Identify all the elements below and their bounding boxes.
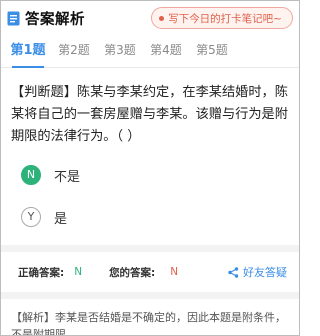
checkin-note-banner[interactable]: 写下今日的打卡笔记吧~ <box>151 7 293 29</box>
tab-question-4[interactable]: 第4题 <box>143 41 189 67</box>
option-yes[interactable]: Y 是 <box>1 196 299 238</box>
analysis-text: 【解析】李某是否结婚是不确定的，因此本题是附条件，不是附期限。 <box>11 311 286 336</box>
question-tabs: 第1题 第2题 第3题 第4题 第5题 <box>1 35 299 68</box>
header: 答案解析 写下今日的打卡笔记吧~ <box>1 1 299 35</box>
page-title: 答案解析 <box>25 11 85 28</box>
option-no[interactable]: N 不是 <box>1 154 299 196</box>
divider <box>1 292 299 299</box>
banner-label: 写下今日的打卡笔记吧~ <box>168 12 282 25</box>
options-list: N 不是 Y 是 <box>1 154 299 238</box>
answer-row: 正确答案: N 您的答案: N 好友答疑 <box>1 252 299 292</box>
option-label: 不是 <box>54 169 81 185</box>
tab-question-1[interactable]: 第1题 <box>5 39 51 68</box>
correct-answer-label: 正确答案: <box>18 266 65 279</box>
share-icon <box>228 266 239 278</box>
question-text: 【判断题】陈某与李某约定，在李某结婚时，陈某将自己的一套房屋赠与李某。该赠与行为… <box>11 85 288 144</box>
my-answer-label: 您的答案: <box>109 266 156 279</box>
my-answer-value: N <box>170 266 179 278</box>
option-letter-n: N <box>21 165 41 185</box>
document-icon <box>7 11 20 26</box>
option-label: 是 <box>54 211 68 227</box>
app-frame: 答案解析 写下今日的打卡笔记吧~ 第1题 第2题 第3题 第4题 第5题 【判断… <box>0 0 300 336</box>
correct-answer-value: N <box>74 266 83 278</box>
divider <box>1 245 299 252</box>
ask-friend-label: 好友答疑 <box>243 266 287 279</box>
tab-question-5[interactable]: 第5题 <box>189 41 235 67</box>
tab-question-2[interactable]: 第2题 <box>51 41 97 67</box>
option-letter-y: Y <box>21 207 41 227</box>
tab-question-3[interactable]: 第3题 <box>97 41 143 67</box>
ask-friend-button[interactable]: 好友答疑 <box>228 264 287 280</box>
dot-icon <box>159 15 165 21</box>
